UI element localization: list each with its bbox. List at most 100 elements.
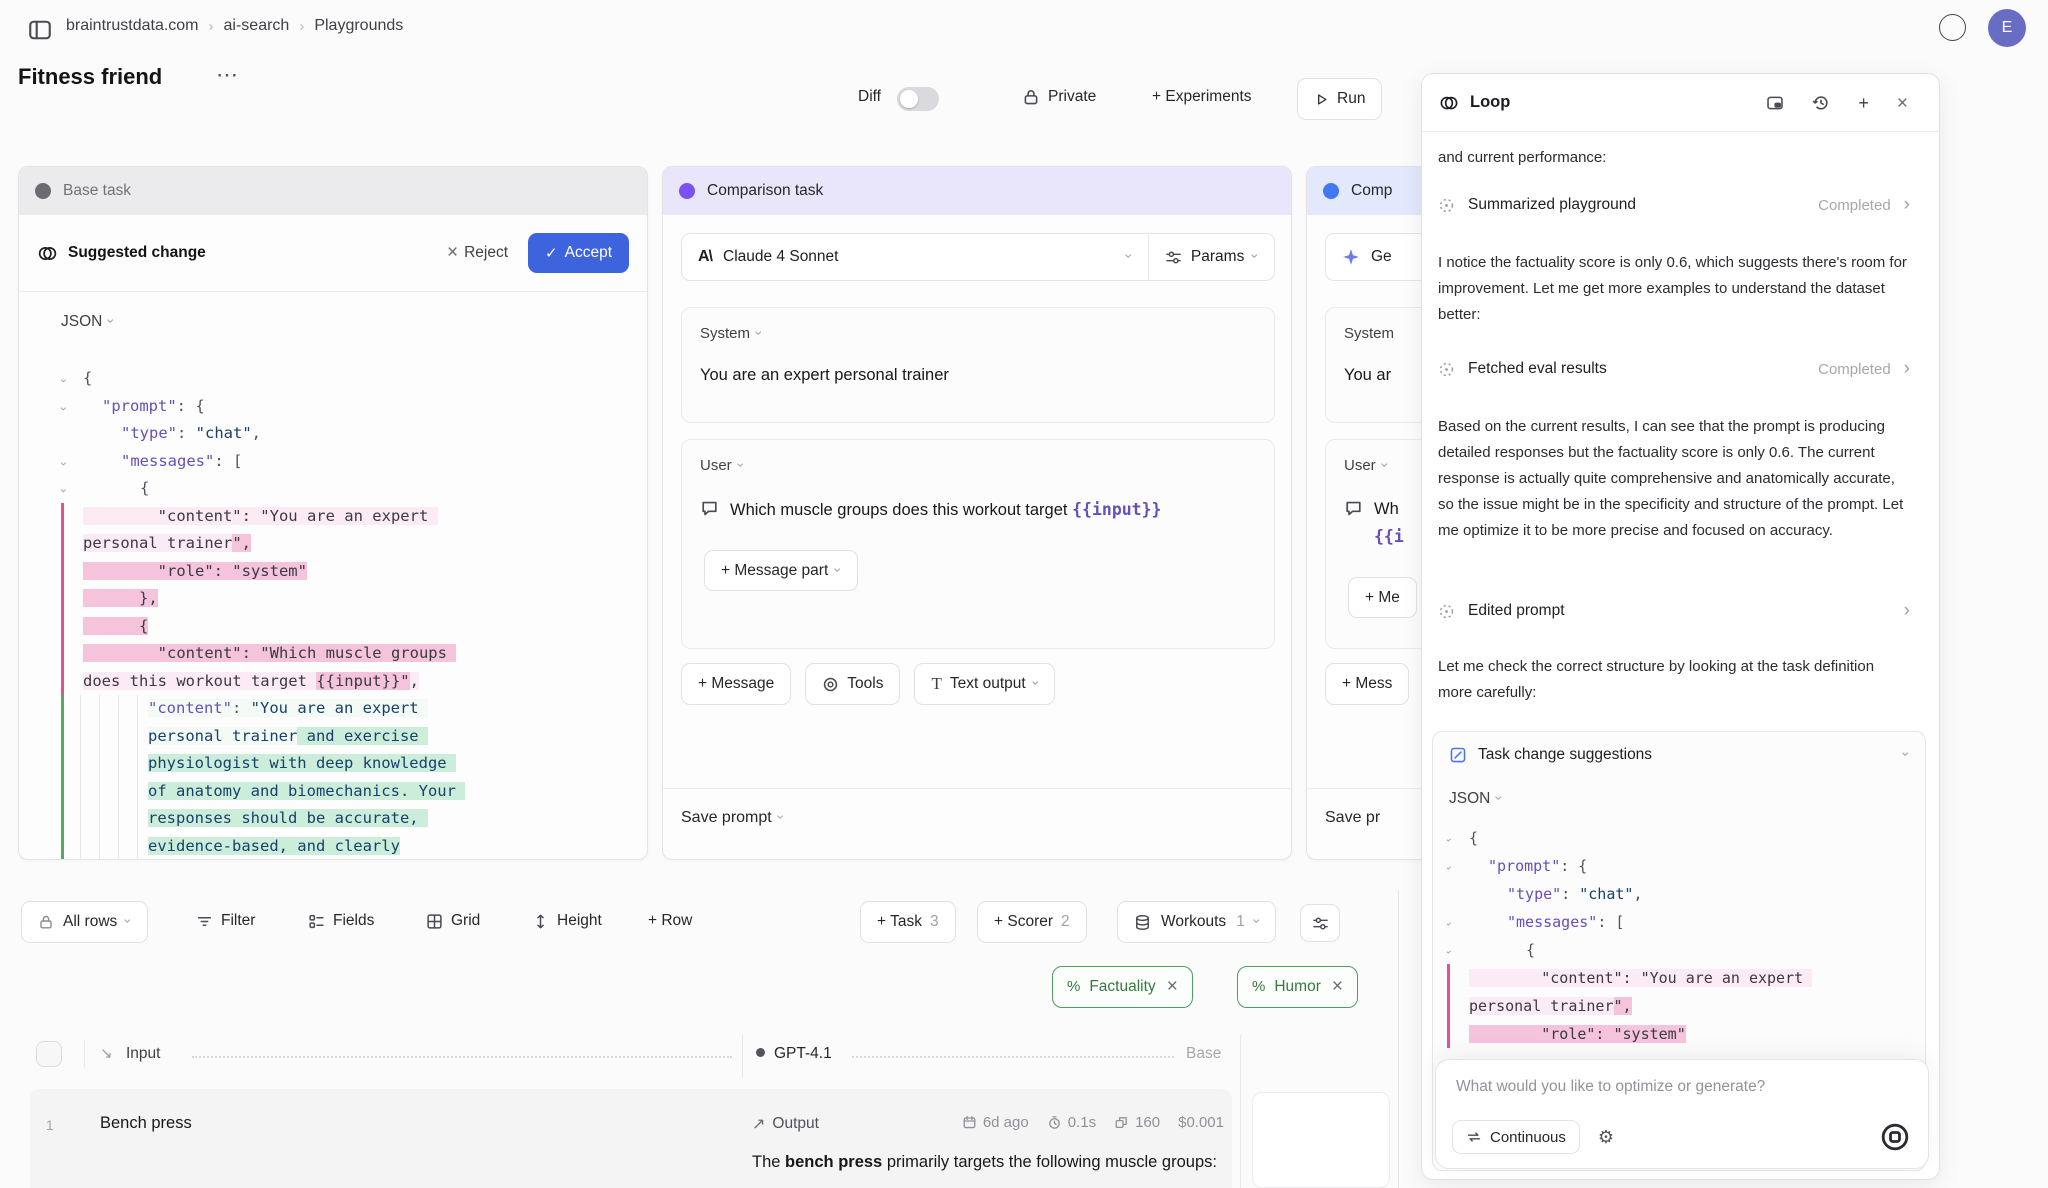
- user-message-box[interactable]: User Which muscle groups does this worko…: [681, 439, 1275, 649]
- height-button[interactable]: Height: [532, 912, 602, 930]
- scorer-pill-humor[interactable]: Humor: [1237, 966, 1358, 1008]
- all-rows-filter[interactable]: All rows: [21, 901, 148, 943]
- loop-message-text: I notice the factuality score is only 0.…: [1438, 250, 1912, 328]
- grid-icon: [426, 913, 443, 930]
- add-message-button-2[interactable]: + Mess: [1325, 663, 1409, 705]
- add-message-part-button-2[interactable]: + Me: [1348, 577, 1417, 618]
- select-all-checkbox[interactable]: [36, 1041, 62, 1067]
- task-change-card-title: Task change suggestions: [1478, 746, 1893, 764]
- remove-scorer-icon[interactable]: [1332, 976, 1343, 998]
- collapse-chevron-icon[interactable]: [1447, 937, 1451, 966]
- breadcrumb-org[interactable]: braintrustdata.com: [66, 17, 199, 35]
- output-text[interactable]: The bench press primarily targets the fo…: [752, 1148, 1232, 1176]
- task-change-json-viewer[interactable]: {"prompt": {"type": "chat","messages": […: [1447, 824, 1847, 1064]
- collapse-chevron-icon[interactable]: [61, 366, 65, 395]
- chevron-down-icon: [1253, 248, 1258, 266]
- comparison-task-2-dot-icon: [1323, 183, 1339, 199]
- diff-toggle[interactable]: [897, 87, 939, 111]
- filter-button[interactable]: Filter: [196, 912, 255, 930]
- sliders-icon: [1165, 249, 1182, 266]
- remove-scorer-icon[interactable]: [1167, 976, 1178, 998]
- repeat-icon: [1466, 1129, 1482, 1145]
- close-panel-icon[interactable]: [1897, 91, 1908, 115]
- stop-icon: [1880, 1122, 1910, 1152]
- suggested-change-bar: Suggested change Reject Accept: [19, 215, 647, 292]
- loop-logo-icon: [1439, 93, 1459, 113]
- dataset-select[interactable]: Workouts1: [1117, 901, 1276, 943]
- pop-out-icon[interactable]: [1766, 94, 1784, 112]
- view-settings-button[interactable]: [1300, 904, 1340, 942]
- input-column-header[interactable]: Input: [126, 1045, 160, 1063]
- model-column-header[interactable]: GPT-4.1: [774, 1045, 832, 1063]
- history-icon[interactable]: [1812, 94, 1830, 112]
- loop-input-field[interactable]: What would you like to optimize or gener…: [1436, 1060, 1928, 1096]
- collapse-chevron-icon[interactable]: [61, 394, 65, 423]
- output-meta-row: 6d ago 0.1s 160 $0.001: [752, 1114, 1224, 1131]
- collapse-chevron-icon[interactable]: [61, 449, 65, 478]
- collapse-chevron-icon[interactable]: [1447, 825, 1451, 854]
- fields-button[interactable]: Fields: [308, 912, 374, 930]
- tools-button[interactable]: Tools: [805, 663, 900, 705]
- table-cell-empty[interactable]: [1252, 1092, 1390, 1188]
- message-bubble-icon: [1344, 499, 1363, 518]
- chevron-right-icon: [1904, 358, 1910, 380]
- add-message-button[interactable]: + Message: [681, 663, 791, 705]
- scorer-pill-factuality[interactable]: Factuality: [1052, 966, 1193, 1008]
- lock-icon: [1022, 88, 1040, 106]
- loop-tool-row[interactable]: Summarized playground Completed: [1438, 194, 1910, 216]
- comparison-task-card: Comparison task Claude 4 Sonnet Params S…: [662, 166, 1292, 860]
- save-prompt-button[interactable]: Save prompt: [681, 809, 783, 827]
- loop-icon: [37, 243, 58, 264]
- suggested-change-label: Suggested change: [68, 244, 206, 262]
- collapse-chevron-icon[interactable]: [1447, 853, 1451, 882]
- system-message-box[interactable]: System You are an expert personal traine…: [681, 307, 1275, 423]
- base-task-json-editor[interactable]: {"prompt": {"type": "chat","messages": […: [61, 365, 471, 860]
- comparison-task-header[interactable]: Comparison task: [663, 167, 1291, 215]
- title-menu-button[interactable]: [216, 62, 239, 88]
- add-message-part-button[interactable]: + Message part: [704, 550, 858, 591]
- avatar[interactable]: E: [1988, 9, 2026, 47]
- format-select[interactable]: JSON: [61, 313, 114, 331]
- add-task-button[interactable]: + Task3: [860, 901, 956, 943]
- add-scorer-button[interactable]: + Scorer2: [977, 901, 1087, 943]
- experiments-button[interactable]: + Experiments: [1152, 88, 1252, 106]
- new-session-icon[interactable]: [1858, 91, 1869, 115]
- stop-button[interactable]: [1880, 1122, 1910, 1152]
- base-task-card: Base task Suggested change Reject Accept…: [18, 166, 648, 860]
- collapse-chevron-icon[interactable]: [61, 476, 65, 505]
- dataset-count-badge: 1: [1236, 913, 1245, 931]
- loop-tool-row[interactable]: Edited prompt: [1438, 600, 1910, 622]
- text-output-button[interactable]: Text output: [914, 663, 1055, 705]
- grid-button[interactable]: Grid: [426, 912, 480, 930]
- private-button[interactable]: Private: [1048, 88, 1096, 106]
- lock-icon: [38, 914, 54, 930]
- row-input-value[interactable]: Bench press: [100, 1114, 192, 1133]
- page-title: Fitness friend: [18, 64, 162, 90]
- reject-button[interactable]: Reject: [447, 242, 508, 264]
- chevron-down-icon: [779, 809, 784, 827]
- task-change-card-header[interactable]: Task change suggestions: [1433, 732, 1925, 764]
- sidebar-toggle-icon[interactable]: [28, 18, 52, 42]
- chevron-down-icon: [1255, 913, 1260, 931]
- chevron-down-icon: [836, 562, 841, 580]
- chevron-down-icon: [757, 325, 762, 342]
- model-column-dot-icon: [756, 1048, 765, 1057]
- add-row-button[interactable]: + Row: [648, 912, 692, 930]
- breadcrumb-project[interactable]: ai-search: [224, 17, 290, 35]
- format-select[interactable]: JSON: [1449, 790, 1925, 808]
- loop-tool-row[interactable]: Fetched eval results Completed: [1438, 358, 1910, 380]
- collapse-chevron-icon[interactable]: [1447, 909, 1451, 938]
- params-button[interactable]: Params: [1149, 234, 1274, 280]
- model-select[interactable]: Claude 4 Sonnet: [682, 234, 1149, 280]
- chevron-down-icon: [1383, 457, 1388, 474]
- save-prompt-button-2[interactable]: Save pr: [1325, 809, 1380, 827]
- playground-screen: braintrustdata.com › ai-search › Playgro…: [0, 0, 2048, 1188]
- accept-button[interactable]: Accept: [528, 233, 629, 273]
- continuous-mode-button[interactable]: Continuous: [1452, 1120, 1580, 1154]
- help-icon[interactable]: [1939, 14, 1966, 41]
- loop-message-text: and current performance:: [1438, 145, 1912, 171]
- breadcrumb-section[interactable]: Playgrounds: [314, 17, 403, 35]
- run-button[interactable]: Run: [1297, 78, 1382, 120]
- base-task-header[interactable]: Base task: [19, 167, 647, 215]
- settings-gear-icon[interactable]: [1598, 1127, 1614, 1148]
